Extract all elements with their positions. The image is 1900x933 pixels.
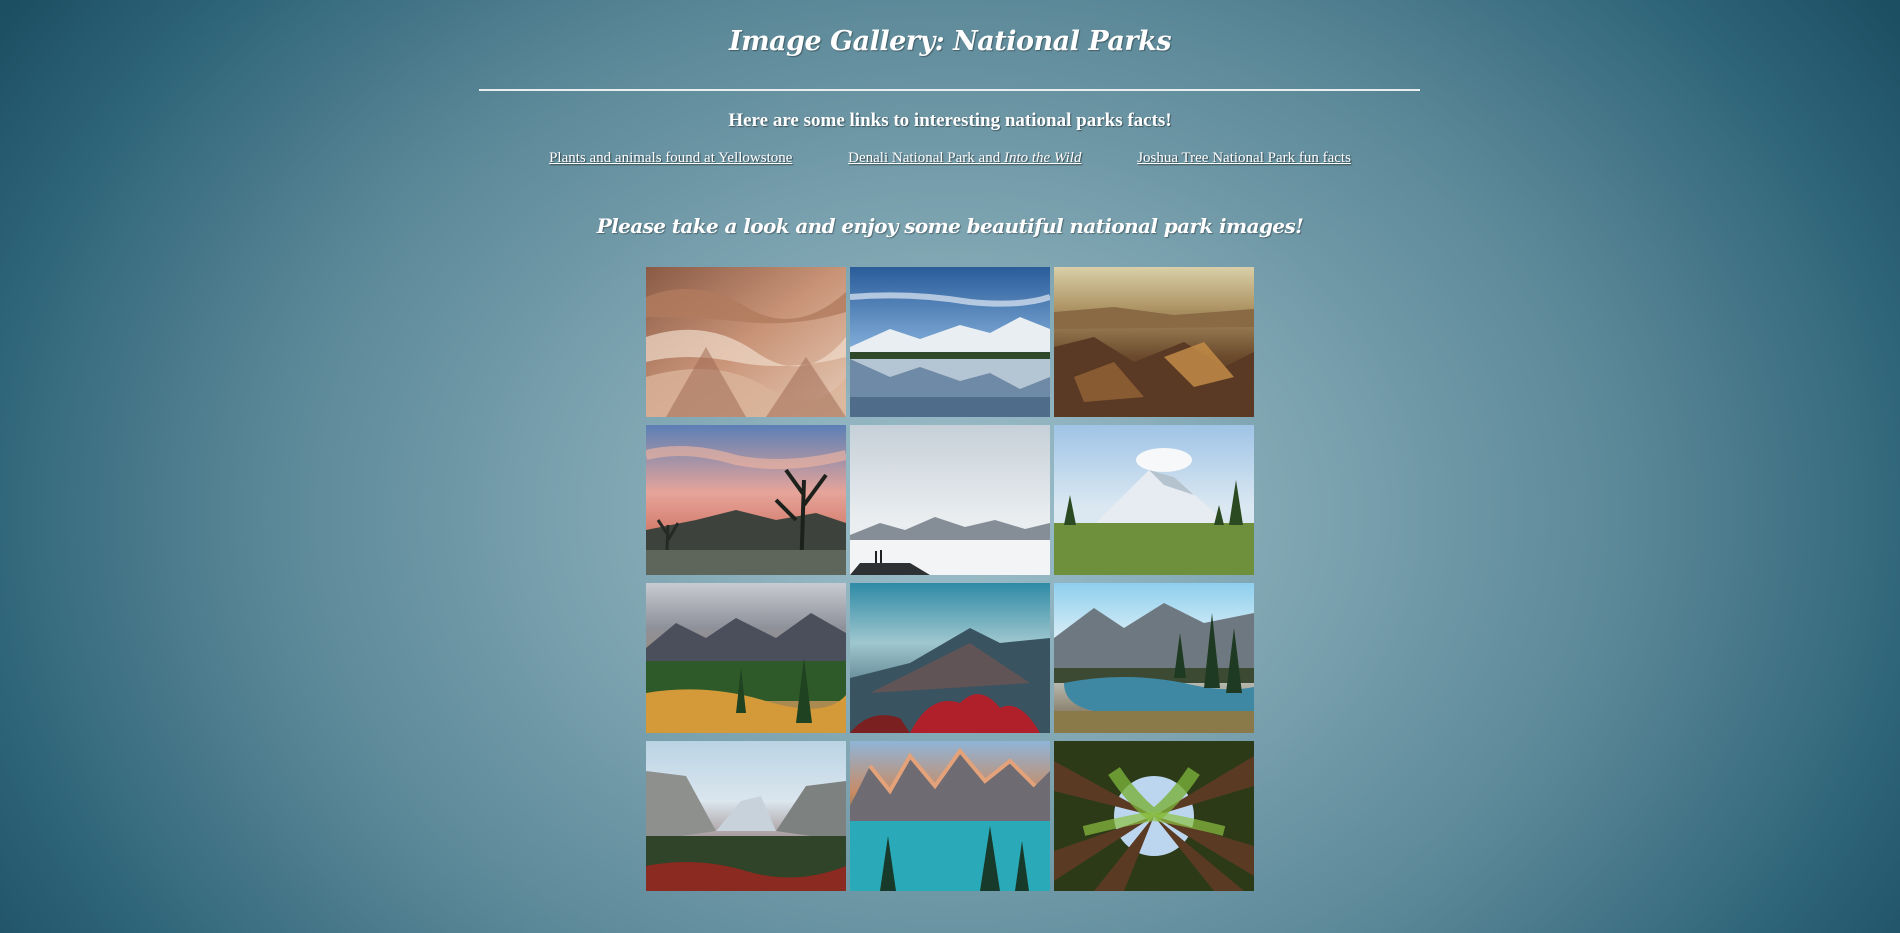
facts-links: Plants and animals found at Yellowstone … xyxy=(0,150,1900,167)
gallery-image-autumn-valley[interactable] xyxy=(646,583,846,733)
gallery-image-teal-mountain[interactable] xyxy=(850,583,1050,733)
divider xyxy=(479,89,1420,91)
link-denali-text: Denali National Park and xyxy=(848,150,1004,166)
link-denali-italic: Into the Wild xyxy=(1003,150,1082,166)
gallery-image-rainier[interactable] xyxy=(1054,425,1254,575)
gallery-image-joshua-tree[interactable] xyxy=(646,425,846,575)
intro-text: Here are some links to interesting natio… xyxy=(728,110,1172,131)
gallery-image-alpine-river[interactable] xyxy=(1054,583,1254,733)
link-yellowstone[interactable]: Plants and animals found at Yellowstone xyxy=(549,150,792,166)
page: Image Gallery: National Parks Here are s… xyxy=(0,0,1900,933)
image-gallery xyxy=(646,267,1254,891)
link-joshua-tree[interactable]: Joshua Tree National Park fun facts xyxy=(1137,150,1351,166)
gallery-image-grand-canyon[interactable] xyxy=(1054,267,1254,417)
gallery-image-redwoods[interactable] xyxy=(1054,741,1254,891)
link-denali[interactable]: Denali National Park and Into the Wild xyxy=(848,150,1081,166)
gallery-image-moraine-lake[interactable] xyxy=(850,741,1050,891)
gallery-image-snowfield[interactable] xyxy=(850,425,1050,575)
gallery-image-mountain-lake[interactable] xyxy=(850,267,1050,417)
gallery-image-badlands[interactable] xyxy=(646,267,846,417)
gallery-heading: Please take a look and enjoy some beauti… xyxy=(596,214,1304,238)
page-title: Image Gallery: National Parks xyxy=(728,26,1172,57)
gallery-image-yosemite[interactable] xyxy=(646,741,846,891)
